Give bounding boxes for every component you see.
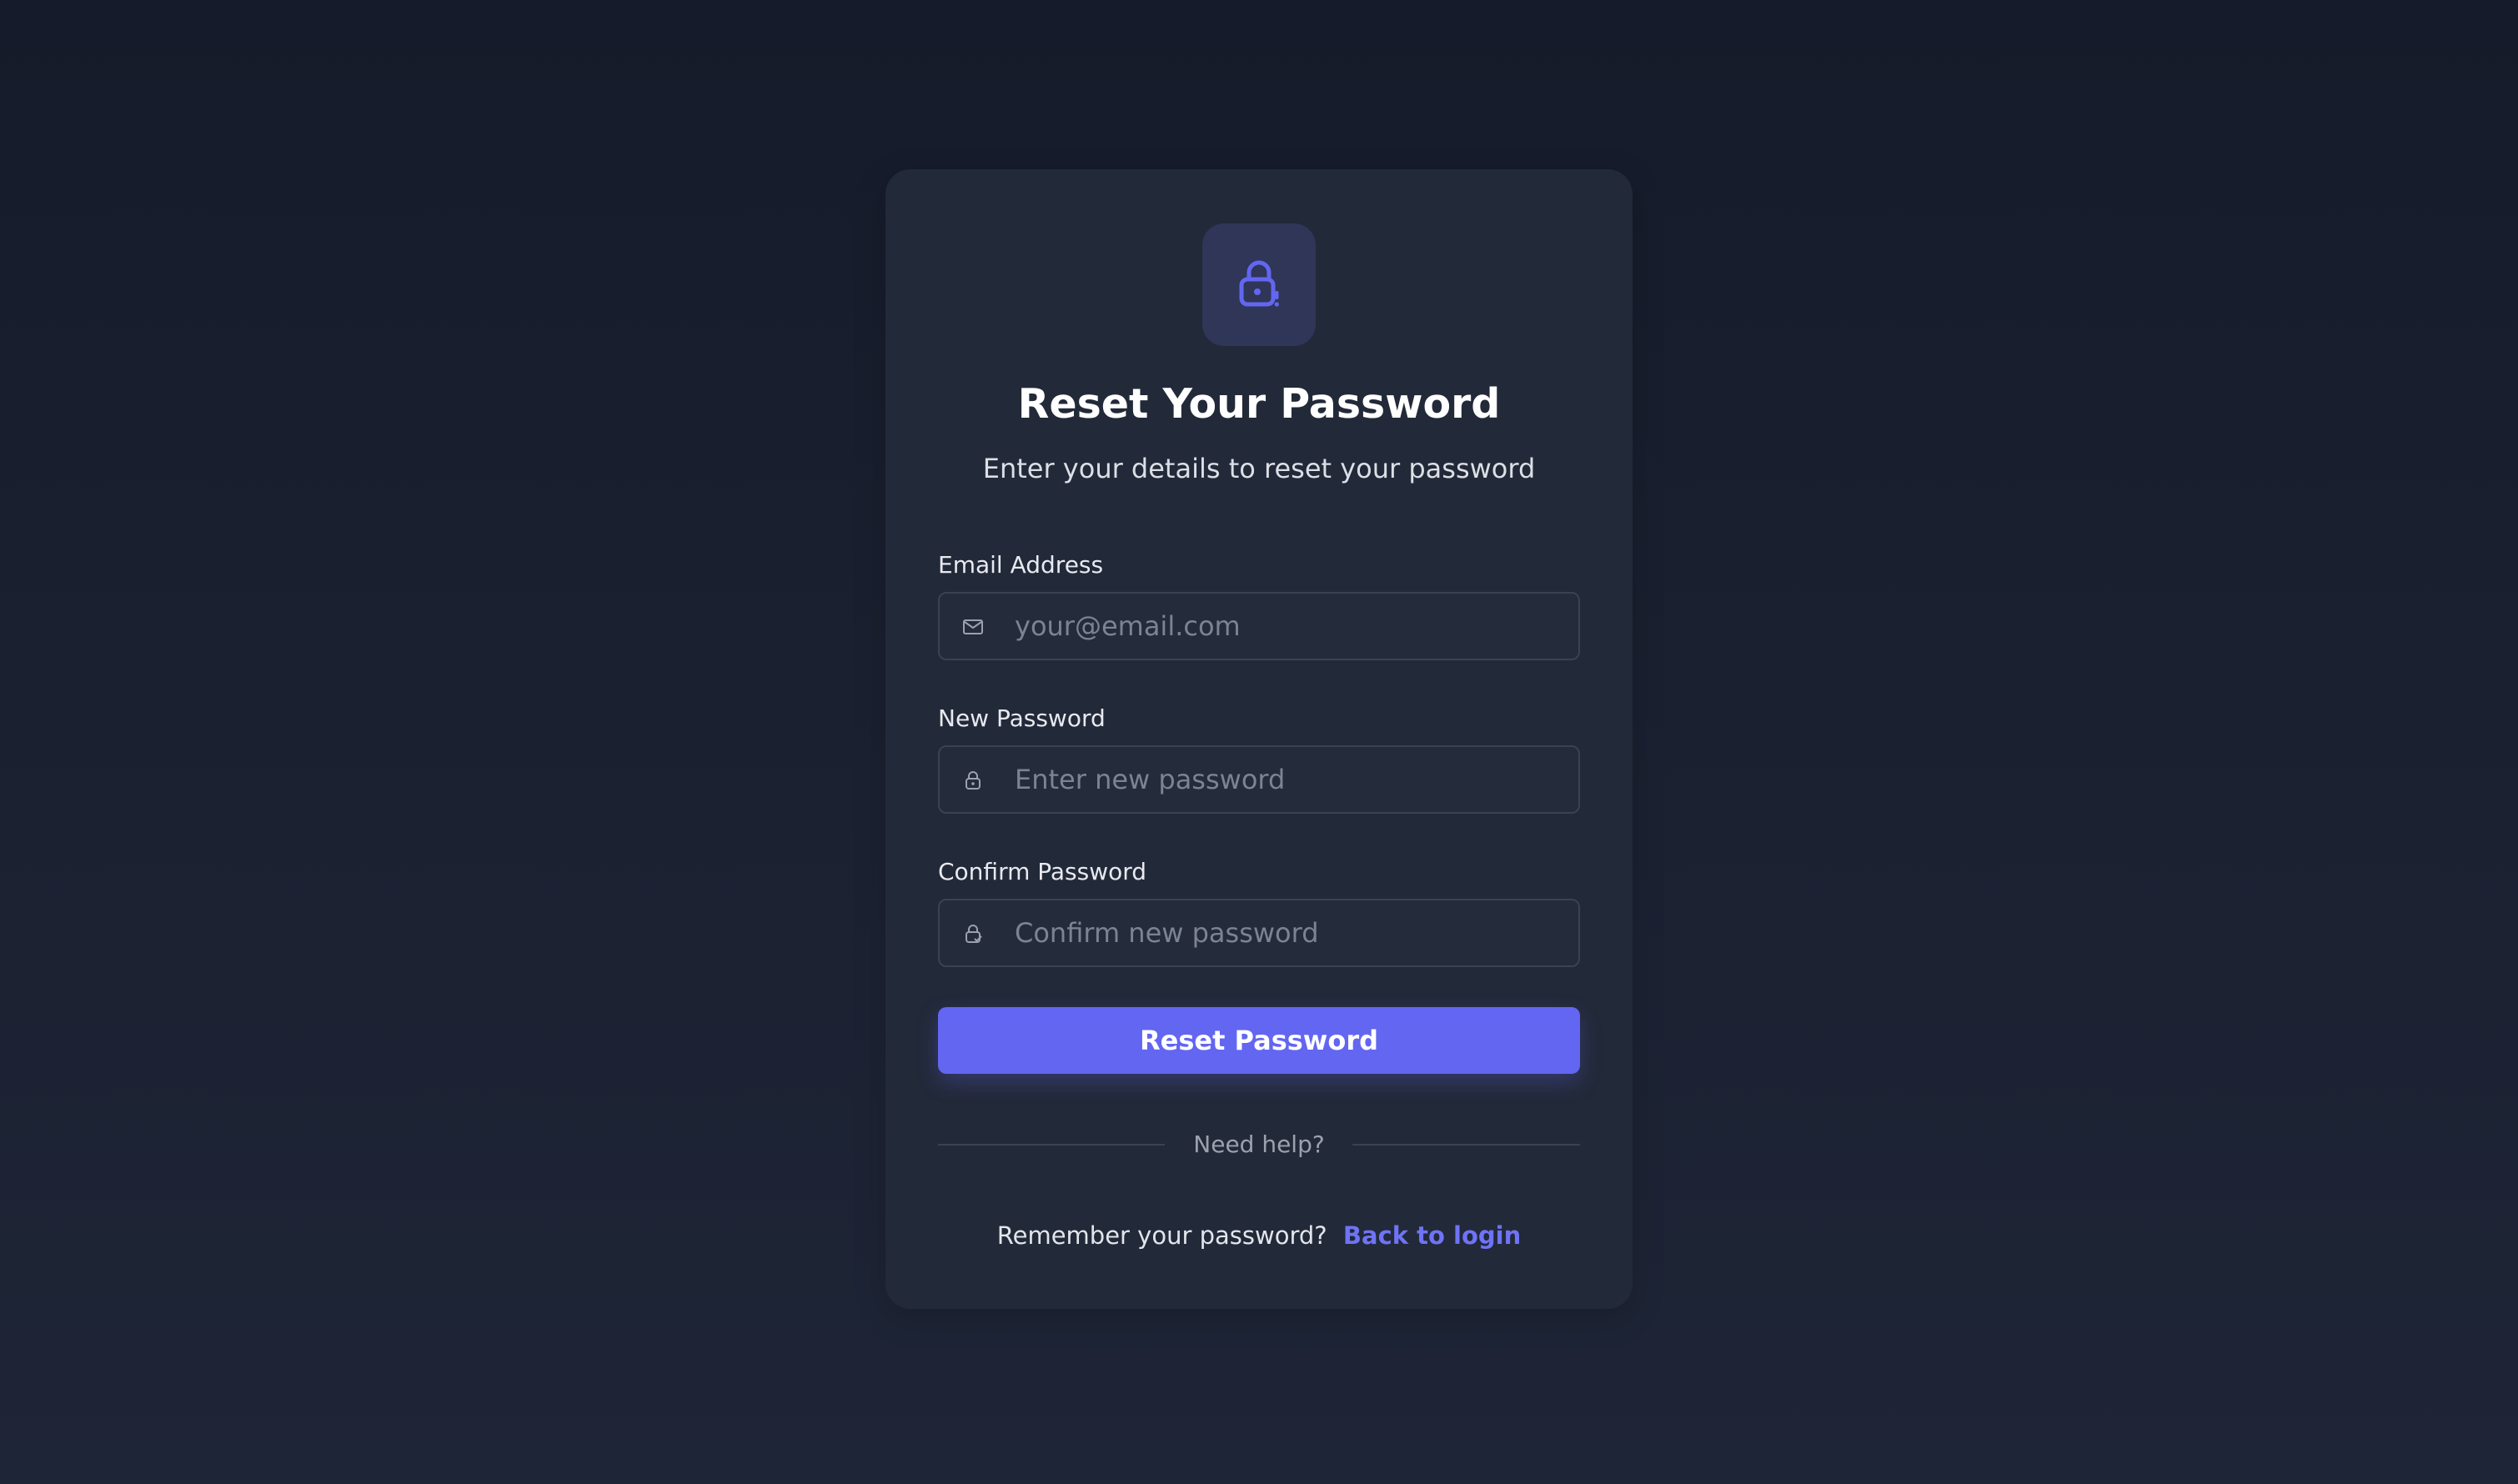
back-to-login-link[interactable]: Back to login [1343, 1221, 1521, 1250]
new-password-input[interactable] [1015, 747, 1565, 812]
email-input[interactable] [1015, 594, 1565, 659]
confirm-password-field[interactable] [938, 899, 1580, 967]
new-password-label: New Password [938, 704, 1106, 732]
confirm-password-input[interactable] [1015, 900, 1565, 965]
page-subtitle: Enter your details to reset your passwor… [982, 453, 1536, 484]
need-help-text: Need help? [1193, 1131, 1325, 1158]
page-title: Reset Your Password [1017, 380, 1501, 428]
lock-check-icon [966, 925, 982, 943]
email-label: Email Address [938, 551, 1104, 579]
email-field[interactable] [938, 592, 1580, 660]
mail-icon [963, 619, 983, 634]
lock-icon [966, 771, 981, 790]
remember-password-text: Remember your password? [996, 1221, 1327, 1250]
lock-alert-icon [1239, 260, 1279, 307]
footer: Remember your password? Back to login [885, 1221, 1633, 1251]
new-password-field[interactable] [938, 745, 1580, 814]
reset-password-button[interactable]: Reset Password [938, 1007, 1580, 1074]
confirm-password-label: Confirm Password [938, 858, 1147, 885]
reset-password-card: Reset Your Password Enter your details t… [885, 169, 1633, 1309]
lock-badge [1202, 223, 1316, 346]
